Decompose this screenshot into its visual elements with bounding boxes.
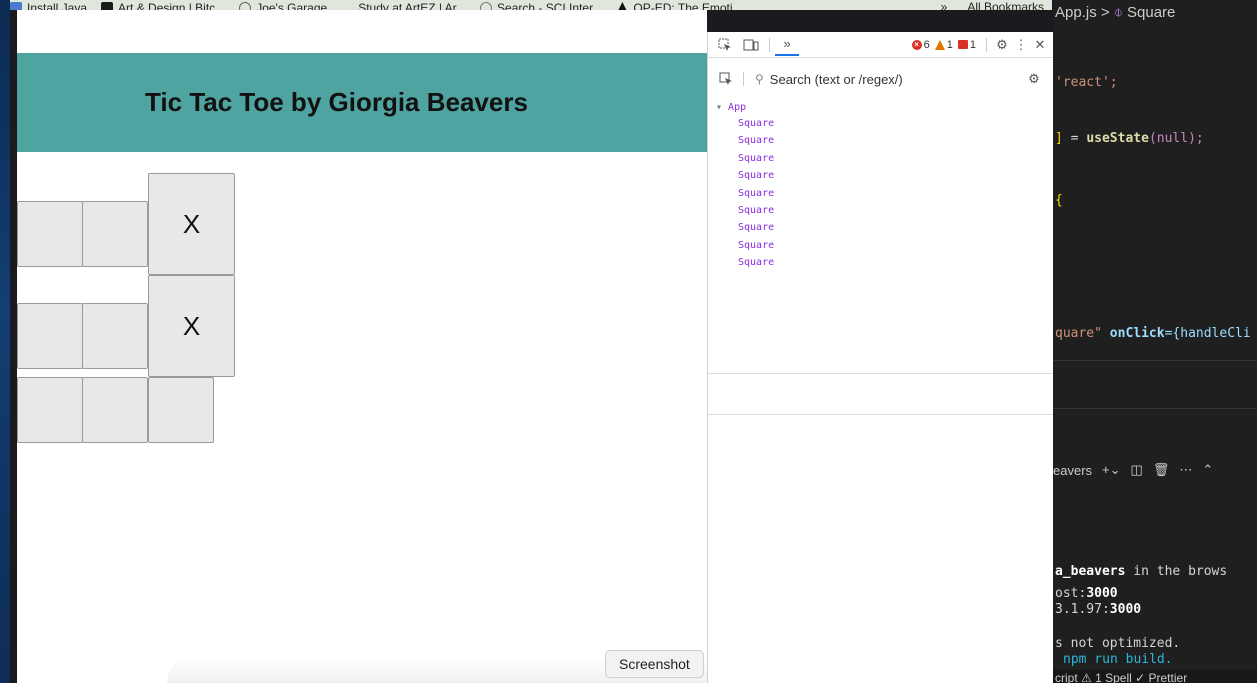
board-square-7[interactable]	[82, 377, 148, 443]
settings-gear-icon[interactable]: ⚙	[992, 34, 1012, 56]
bookmark-op-ed[interactable]: OP-ED: The Emoti...	[616, 1, 743, 10]
bookmark-label: Study at ArtEZ | Ar...	[358, 1, 467, 10]
bookmark-label: Art & Design | Bitc...	[118, 1, 226, 10]
board-square-4[interactable]	[82, 303, 148, 369]
bookmarks-overflow-button[interactable]: »	[941, 0, 948, 10]
bookmarks-bar: Install Java Art & Design | Bitc... Joe'…	[10, 0, 1052, 10]
collapse-triangle-icon: ▾	[716, 102, 729, 113]
terminal-line: 3.1.97:3000	[1055, 602, 1142, 617]
desktop-background	[0, 0, 10, 683]
panel-separator	[1053, 408, 1257, 409]
tree-node-square[interactable]: Square	[708, 202, 1054, 219]
java-icon	[10, 2, 22, 10]
board-square-0[interactable]	[17, 201, 83, 267]
page-title: Tic Tac Toe by Giorgia Beavers	[145, 87, 528, 117]
device-toolbar-icon[interactable]	[738, 34, 764, 56]
issues-count-badge[interactable]: 1	[957, 39, 976, 51]
web-page: Tic Tac Toe by Giorgia Beavers X X	[17, 10, 707, 683]
oped-icon	[616, 2, 629, 10]
tree-node-app[interactable]: ▾ App	[708, 100, 1054, 115]
tree-node-square[interactable]: Square	[708, 167, 1054, 184]
tree-node-square[interactable]: Square	[708, 237, 1054, 254]
warning-icon	[934, 39, 945, 50]
bookmark-label: Joe's Garage	[256, 1, 328, 10]
trash-icon[interactable]: 🗑	[1153, 462, 1170, 478]
bookmark-study-artez[interactable]: Study at ArtEZ | Ar...	[341, 2, 466, 10]
issue-icon	[957, 40, 968, 49]
garage-icon	[239, 2, 252, 10]
terminal-line: npm run build.	[1063, 652, 1173, 667]
more-actions-icon[interactable]: ⋯	[1179, 462, 1192, 478]
breadcrumb-file[interactable]: App.js	[1055, 4, 1097, 21]
screenshot-tooltip: Screenshot	[605, 650, 704, 678]
component-search-bar: ⚲ Search (text or /regex/) ⚙	[708, 66, 1054, 92]
tree-node-square[interactable]: Square	[708, 115, 1054, 132]
inspect-element-icon[interactable]	[712, 34, 738, 56]
breadcrumb: App.js > ⌽ Square	[1055, 4, 1176, 21]
component-search-input[interactable]: Search (text or /regex/)	[770, 72, 903, 87]
more-options-icon[interactable]: ⋮	[1012, 34, 1030, 56]
code-editor: App.js > ⌽ Square 'react'; ] = useState(…	[1053, 0, 1257, 683]
code-line-brace[interactable]: {	[1055, 193, 1063, 208]
component-settings-gear-icon[interactable]: ⚙	[1022, 68, 1046, 90]
code-line-import[interactable]: 'react';	[1055, 75, 1118, 90]
search-icon: ⚲	[755, 72, 764, 86]
devtools-toolbar: » × 6 1 1 ⚙ ⋮ ✕	[708, 32, 1054, 58]
board-square-2[interactable]: X	[148, 173, 235, 275]
bitcoin-icon	[101, 2, 114, 10]
board-square-5[interactable]: X	[148, 275, 235, 377]
tree-node-square[interactable]: Square	[708, 132, 1054, 149]
panel-divider	[708, 414, 1054, 415]
more-tabs-button[interactable]: »	[775, 34, 799, 56]
panel-divider[interactable]	[708, 373, 1054, 374]
terminal-line: s not optimized.	[1055, 636, 1181, 651]
bookmark-label: OP-ED: The Emoti...	[633, 1, 743, 10]
maximize-panel-icon[interactable]: ⌃	[1202, 462, 1213, 478]
new-terminal-icon[interactable]: +⌄	[1102, 462, 1120, 478]
terminal-line: ost:3000	[1055, 586, 1118, 601]
split-terminal-icon[interactable]: ◫	[1131, 462, 1143, 478]
component-tree: ▾ App Square Square Square Square Square…	[708, 100, 1054, 272]
search-separator	[743, 72, 744, 86]
board-square-6[interactable]	[17, 377, 83, 443]
tree-node-square[interactable]: Square	[708, 150, 1054, 167]
board-square-1[interactable]	[82, 201, 148, 267]
artez-icon	[341, 2, 353, 10]
terminal-line: a_beavers in the brows	[1055, 564, 1228, 579]
bookmarks-right: » All Bookmarks	[941, 0, 1044, 10]
breadcrumb-symbol[interactable]: Square	[1127, 4, 1175, 21]
bookmark-joes-garage[interactable]: Joe's Garage	[239, 2, 327, 10]
terminal-toolbar: eavers +⌄ ◫ 🗑 ⋯ ⌃	[1053, 455, 1257, 485]
all-bookmarks-button[interactable]: All Bookmarks	[967, 0, 1044, 10]
bookmark-art-design[interactable]: Art & Design | Bitc...	[101, 2, 225, 10]
bookmark-label: Install Java	[27, 1, 88, 10]
tree-node-square[interactable]: Square	[708, 219, 1054, 236]
tree-node-square[interactable]: Square	[708, 254, 1054, 271]
terminal-tab-label[interactable]: eavers	[1053, 463, 1092, 478]
board-square-8[interactable]	[148, 377, 214, 443]
status-bar: cript ⚠ 1 Spell ✓ Prettier	[1053, 670, 1257, 683]
devtools-panel: » × 6 1 1 ⚙ ⋮ ✕ ⚲ Search (text or /regex/…	[707, 32, 1054, 683]
toolbar-separator	[769, 37, 770, 52]
code-line-state[interactable]: ] = useState(null);	[1055, 131, 1204, 146]
close-devtools-icon[interactable]: ✕	[1030, 34, 1050, 56]
toolbar-separator	[986, 37, 987, 52]
error-count-badge[interactable]: × 6	[911, 39, 930, 51]
board-square-3[interactable]	[17, 303, 83, 369]
tree-node-square[interactable]: Square	[708, 185, 1054, 202]
panel-separator	[1053, 360, 1257, 361]
bookmark-label: Search - SCI Inter...	[497, 1, 603, 10]
bookmark-install-java[interactable]: Install Java	[10, 2, 87, 10]
select-component-icon[interactable]	[714, 68, 738, 90]
error-icon: ×	[911, 39, 922, 50]
warning-count-badge[interactable]: 1	[934, 39, 953, 51]
page-header: Tic Tac Toe by Giorgia Beavers	[17, 53, 707, 152]
code-line-jsx[interactable]: quare" onClick={handleCli	[1055, 326, 1251, 341]
sci-icon	[480, 2, 493, 10]
bookmark-sci-search[interactable]: Search - SCI Inter...	[480, 2, 602, 10]
component-icon: ⌽	[1113, 4, 1123, 21]
